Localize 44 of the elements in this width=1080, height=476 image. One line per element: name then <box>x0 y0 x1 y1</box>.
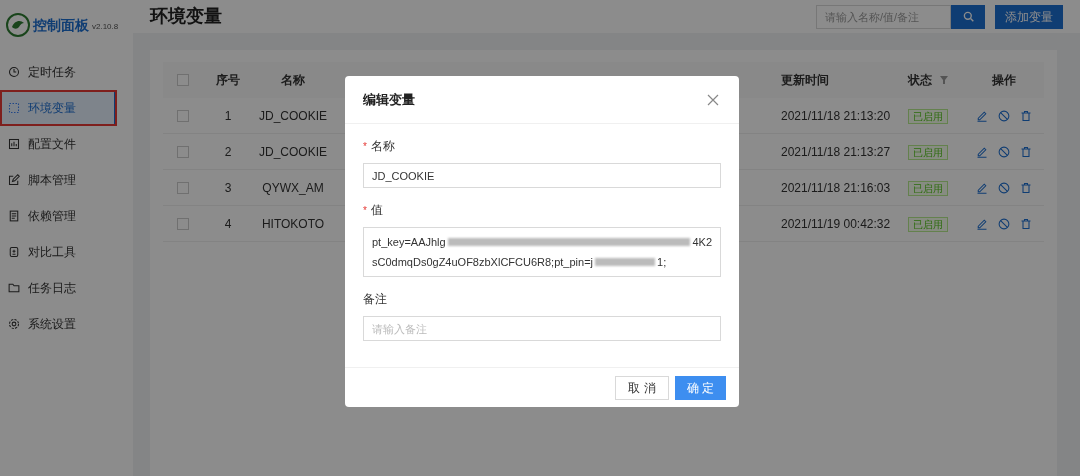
table-cell-text: 2021/11/18 21:13:27 <box>780 143 892 161</box>
column-header: 更新时间 <box>780 72 830 89</box>
column-header: 名称 <box>280 72 306 89</box>
app-title: 控制面板 <box>33 15 89 35</box>
cancel-button[interactable]: 取 消 <box>615 375 669 400</box>
page-title: 环境变量 <box>150 5 222 28</box>
input-field[interactable]: JD_COOKIE <box>363 163 721 188</box>
sidebar-item[interactable]: 系统设置 <box>0 306 133 342</box>
sidebar-item[interactable]: 依赖管理 <box>0 198 133 234</box>
column-header: 操作 <box>990 72 1017 89</box>
column-header: 状态 <box>908 72 932 89</box>
sidebar-item[interactable]: 对比工具 <box>0 234 133 270</box>
table-cell-text: 2021/11/19 00:42:32 <box>780 215 892 233</box>
table-cell-text: 2 <box>223 143 233 161</box>
dialog-title: 编辑变量 <box>363 90 415 109</box>
field-label: 备注 <box>363 291 387 308</box>
required-mark: * <box>363 139 367 154</box>
sidebar-item[interactable]: 环境变量 <box>0 90 117 126</box>
status-tag: 已启用 <box>908 144 948 160</box>
sidebar-item[interactable]: 脚本管理 <box>0 162 133 198</box>
status-tag: 已启用 <box>908 180 948 196</box>
app-version: v2.10.8 <box>92 21 119 33</box>
sidebar-item[interactable]: 定时任务 <box>0 54 133 90</box>
table-cell-text: 2021/11/18 21:13:20 <box>780 107 892 125</box>
table-cell-text: 4 <box>223 215 233 233</box>
ok-button[interactable]: 确 定 <box>674 375 726 400</box>
input-field[interactable]: 请输入备注 <box>363 316 721 341</box>
status-tag: 已启用 <box>908 108 948 124</box>
field-label: 值 <box>370 202 383 219</box>
value-textarea[interactable]: pt_key=AAJhlg 4K2 sC0dmqDs0gZ4uOF8zbXlCFCU6R8;pt_pin=j 1; <box>363 227 721 277</box>
table-cell-text: 1 <box>223 107 233 125</box>
table-cell-text: 3 <box>223 179 233 197</box>
sidebar-item[interactable]: 任务日志 <box>0 270 133 306</box>
table-cell-text: HITOKOTO <box>260 215 326 233</box>
required-mark: * <box>363 203 367 218</box>
column-header: 序号 <box>215 72 241 89</box>
table-cell-text: 2021/11/18 21:16:03 <box>780 179 892 197</box>
field-label: 名称 <box>370 138 395 155</box>
sidebar-item[interactable]: 配置文件 <box>0 126 133 162</box>
table-cell-text: QYWX_AM <box>261 179 325 197</box>
add-variable-button[interactable]: 添加变量 <box>995 4 1063 29</box>
table-cell-text: JD_COOKIE <box>258 143 328 161</box>
status-tag: 已启用 <box>908 216 948 232</box>
table-cell-text: JD_COOKIE <box>258 107 328 125</box>
